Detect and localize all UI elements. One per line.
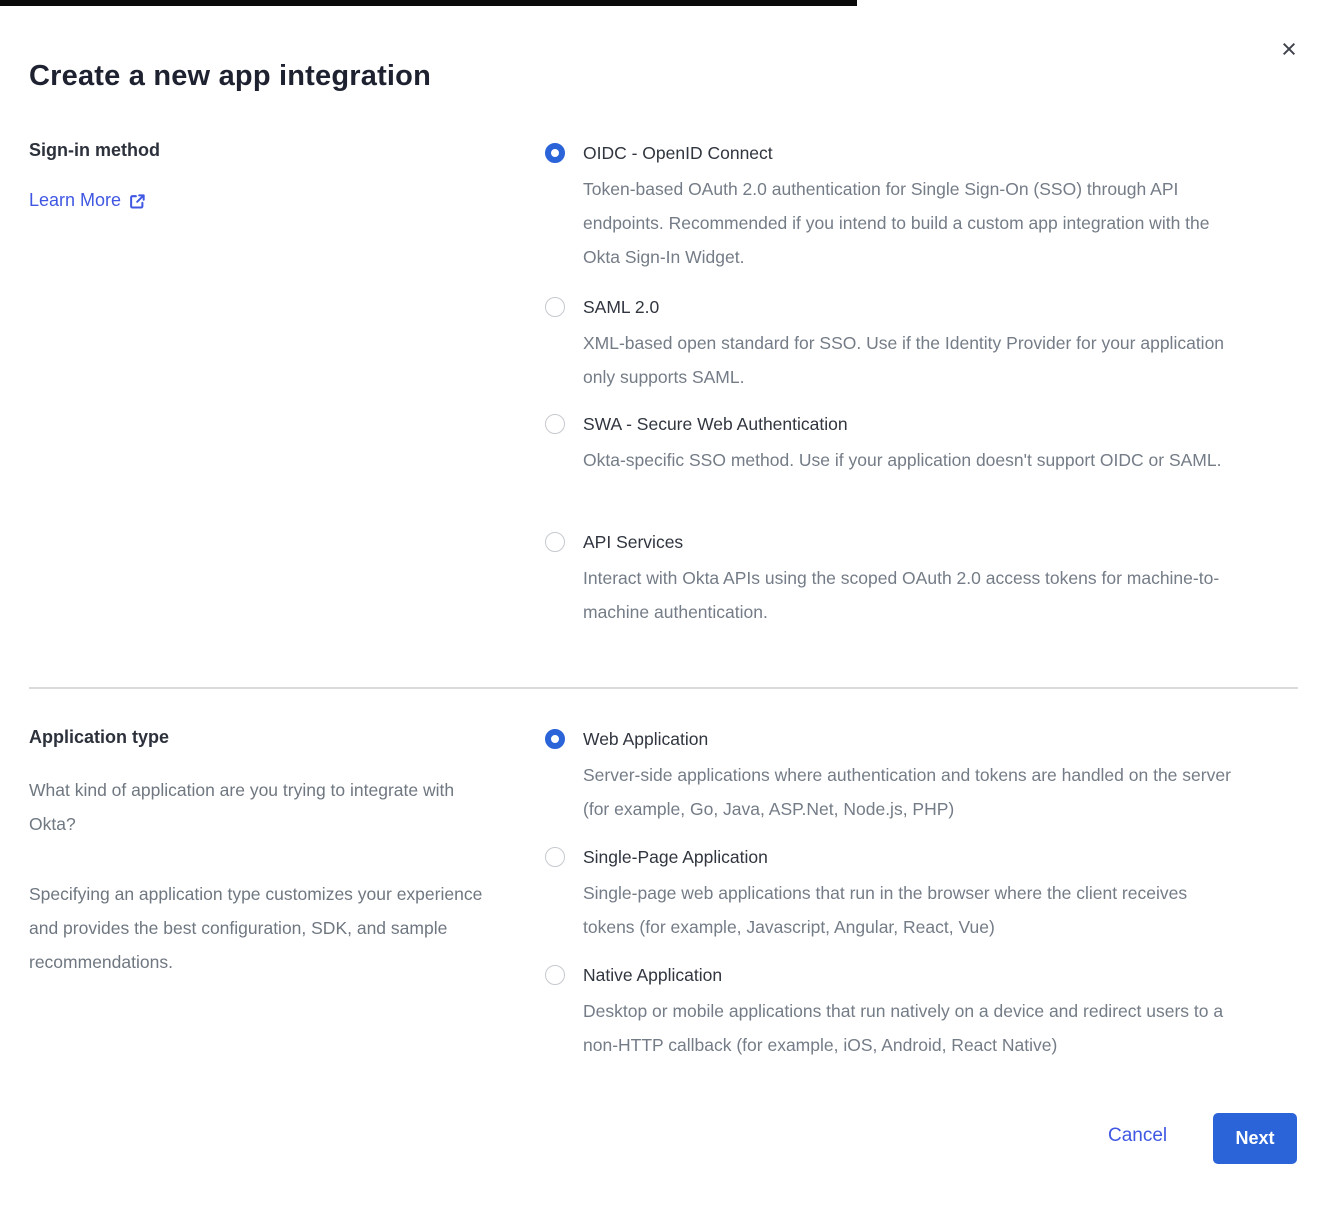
next-button[interactable]: Next (1213, 1113, 1297, 1164)
radio-single-page-application[interactable] (545, 847, 565, 867)
external-link-icon (129, 193, 146, 210)
dialog-title: Create a new app integration (29, 60, 431, 93)
option-description-swa: Okta-specific SSO method. Use if your ap… (583, 443, 1238, 477)
option-row-oidc: OIDC - OpenID Connect Token-based OAuth … (545, 141, 1305, 274)
option-row-saml: SAML 2.0 XML-based open standard for SSO… (545, 295, 1305, 394)
radio-saml20[interactable] (545, 297, 565, 317)
option-label-web-application[interactable]: Web Application (583, 727, 1305, 751)
option-label-oidc[interactable]: OIDC - OpenID Connect (583, 141, 1305, 165)
option-label-single-page-application[interactable]: Single-Page Application (583, 845, 1305, 869)
top-edge-bar (0, 0, 857, 6)
option-description-saml: XML-based open standard for SSO. Use if … (583, 326, 1238, 394)
close-button[interactable]: × (1272, 32, 1306, 66)
option-description-native-application: Desktop or mobile applications that run … (583, 994, 1238, 1062)
option-row-swa: SWA - Secure Web Authentication Okta-spe… (545, 412, 1305, 477)
option-label-swa[interactable]: SWA - Secure Web Authentication (583, 412, 1305, 436)
option-row-api-services: API Services Interact with Okta APIs usi… (545, 530, 1305, 629)
radio-oidc[interactable] (545, 143, 565, 163)
learn-more-label: Learn More (29, 190, 121, 211)
application-type-question: What kind of application are you trying … (29, 773, 501, 841)
option-description-api-services: Interact with Okta APIs using the scoped… (583, 561, 1238, 629)
close-icon: × (1281, 36, 1297, 63)
section-divider (29, 687, 1298, 689)
radio-api-services[interactable] (545, 532, 565, 552)
option-description-oidc: Token-based OAuth 2.0 authentication for… (583, 172, 1238, 274)
option-label-api-services[interactable]: API Services (583, 530, 1305, 554)
signin-method-label: Sign-in method (29, 140, 160, 161)
radio-swa[interactable] (545, 414, 565, 434)
application-type-note: Specifying an application type customize… (29, 877, 501, 979)
option-description-web-application: Server-side applications where authentic… (583, 758, 1238, 826)
radio-web-application[interactable] (545, 729, 565, 749)
cancel-button[interactable]: Cancel (1108, 1125, 1167, 1147)
application-type-label: Application type (29, 727, 169, 748)
create-app-integration-dialog: × Create a new app integration Sign-in m… (0, 0, 1332, 1210)
learn-more-link[interactable]: Learn More (29, 190, 146, 211)
option-label-native-application[interactable]: Native Application (583, 963, 1305, 987)
option-row-single-page-application: Single-Page Application Single-page web … (545, 845, 1305, 944)
radio-native-application[interactable] (545, 965, 565, 985)
option-description-single-page-application: Single-page web applications that run in… (583, 876, 1238, 944)
option-row-web-application: Web Application Server-side applications… (545, 727, 1305, 826)
option-label-saml[interactable]: SAML 2.0 (583, 295, 1305, 319)
option-row-native-application: Native Application Desktop or mobile app… (545, 963, 1305, 1062)
